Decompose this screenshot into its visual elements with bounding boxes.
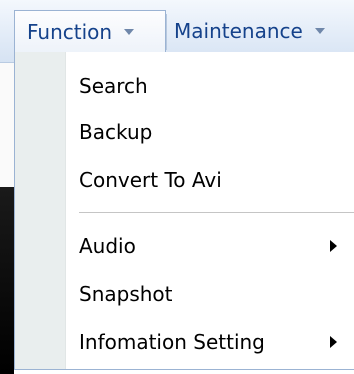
menu-item-label: Audio	[79, 234, 136, 258]
menu-item-audio[interactable]: Audio	[79, 226, 349, 266]
chevron-right-icon	[330, 336, 337, 348]
menu-item-convert-to-avi[interactable]: Convert To Avi	[79, 160, 349, 200]
menu-item-label: Convert To Avi	[79, 168, 222, 192]
menu-separator	[166, 14, 167, 50]
menu-item-infomation-setting[interactable]: Infomation Setting	[79, 322, 349, 362]
app-window: Function Maintenance Search Backup Conve…	[0, 0, 354, 374]
menu-maintenance-label: Maintenance	[174, 19, 303, 43]
function-dropdown-menu: Search Backup Convert To Avi Audio Snaps…	[14, 52, 354, 370]
background-window	[0, 62, 14, 374]
menu-maintenance[interactable]: Maintenance	[170, 10, 354, 52]
menu-divider	[79, 212, 354, 214]
chevron-down-icon	[314, 28, 325, 34]
chevron-down-icon	[124, 28, 135, 35]
chevron-right-icon	[330, 240, 337, 252]
menu-item-search[interactable]: Search	[79, 66, 349, 106]
menu-item-label: Backup	[79, 120, 153, 144]
menu-item-label: Snapshot	[79, 282, 173, 306]
menu-item-snapshot[interactable]: Snapshot	[79, 274, 349, 314]
menu-item-backup[interactable]: Backup	[79, 112, 349, 152]
menu-item-label: Infomation Setting	[79, 330, 265, 354]
menu-function[interactable]: Function	[14, 10, 166, 52]
menu-function-label: Function	[27, 19, 113, 44]
menu-item-label: Search	[79, 74, 148, 98]
menu-icon-gutter	[15, 52, 66, 369]
